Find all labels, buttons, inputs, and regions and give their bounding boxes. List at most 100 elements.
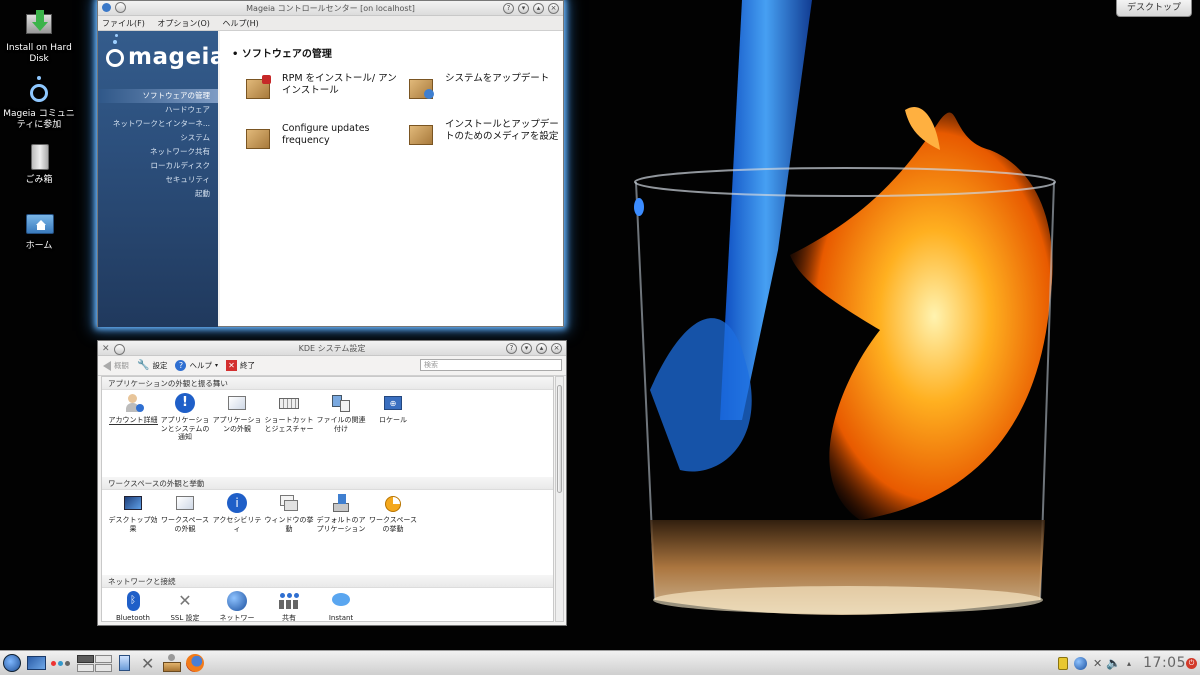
category-network: ネットワークと接続 ᛒ Bluetooth ✕ SSL 設定 ネットワー 共有 … <box>102 575 553 621</box>
tray-network[interactable] <box>1074 654 1088 673</box>
task-file-manager[interactable] <box>119 654 133 673</box>
menu-options[interactable]: オプション(O) <box>157 19 210 28</box>
tools-cross-icon: ✕ <box>178 591 192 610</box>
settings-item-network[interactable]: ネットワー <box>212 591 262 621</box>
settings-item-notifications[interactable]: ! アプリケーションとシステムの通知 <box>160 393 210 442</box>
search-input[interactable]: 検索 <box>420 359 562 371</box>
sidebar-item-local-disks[interactable]: ローカルディスク <box>98 159 218 173</box>
help-title-icon[interactable]: ? <box>503 3 514 14</box>
trash-icon <box>22 142 56 172</box>
desktop-icon-install[interactable]: Install on Hard Disk <box>1 10 77 65</box>
minimize-icon[interactable]: ▾ <box>521 343 532 354</box>
settings-item-account[interactable]: アカウント詳細 <box>108 393 158 425</box>
maximize-icon[interactable]: ▴ <box>533 3 544 14</box>
close-icon[interactable]: × <box>551 343 562 354</box>
tray-klipper[interactable] <box>1058 654 1070 673</box>
settings-item-ssl[interactable]: ✕ SSL 設定 <box>160 591 210 621</box>
sidebar-item-network-sharing[interactable]: ネットワーク共有 <box>98 145 218 159</box>
desktop-icon-label: Mageia コミュニティに参加 <box>3 109 75 130</box>
menu-file[interactable]: ファイル(F) <box>102 19 145 28</box>
vertical-scrollbar[interactable] <box>555 376 564 622</box>
desktop-icon-label: ごみ箱 <box>25 175 53 185</box>
settings-item-accessibility[interactable]: i アクセシビリティ <box>212 493 262 533</box>
settings-item-window-behavior[interactable]: ウィンドウの挙動 <box>264 493 314 533</box>
tray-volume[interactable]: 🔈 <box>1106 654 1122 673</box>
sharing-people-icon <box>279 591 299 611</box>
virtual-desktop-pager[interactable] <box>77 654 115 673</box>
info-exclamation-icon: ! <box>175 393 195 413</box>
kde-system-settings-window: ✕ KDE システム設定 ? ▾ ▴ × 概観 🔧 設定 ? ヘルプ ▾ ✕ 終… <box>97 340 567 626</box>
tile-label: システムをアップデート <box>445 73 550 84</box>
application-launcher-button[interactable] <box>3 654 22 673</box>
close-icon[interactable]: × <box>548 3 559 14</box>
mageia-logo-icon <box>106 49 124 67</box>
scrollbar-thumb[interactable] <box>557 385 562 493</box>
desktop-icon-home[interactable]: ホーム <box>1 208 77 252</box>
mageia-launcher-icon <box>3 654 21 672</box>
pin-icon[interactable] <box>115 2 126 13</box>
help-title-icon[interactable]: ? <box>506 343 517 354</box>
back-button[interactable]: 概観 <box>103 360 129 371</box>
help-button[interactable]: ? ヘルプ ▾ <box>175 360 218 371</box>
pager-desktop-2[interactable] <box>95 655 112 663</box>
pager-desktop-1[interactable] <box>77 655 94 663</box>
settings-item-bluetooth[interactable]: ᛒ Bluetooth <box>108 591 158 621</box>
settings-item-app-appearance[interactable]: アプリケーションの外観 <box>212 393 262 433</box>
category-app-appearance: アプリケーションの外観と振る舞い アカウント詳細 ! アプリケーションとシステム… <box>102 377 553 477</box>
tile-media-sources[interactable]: インストールとアップデートのためのメディアを設定 <box>407 119 567 147</box>
sidebar-item-hardware[interactable]: ハードウェア <box>98 103 218 117</box>
sidebar-item-network[interactable]: ネットワークとインターネ... <box>98 117 218 131</box>
menu-help[interactable]: ヘルプ(H) <box>222 19 258 28</box>
pager-desktop-4[interactable] <box>95 664 112 672</box>
appearance-icon <box>227 393 247 413</box>
file-association-icon <box>331 393 351 413</box>
settings-item-workspace-appearance[interactable]: ワークスペースの外観 <box>160 493 210 533</box>
mcc-titlebar[interactable]: Mageia コントロールセンター [on localhost] ? ▾ ▴ × <box>98 1 563 16</box>
tile-update-frequency[interactable]: Configure updates frequency <box>244 123 404 151</box>
desktop-toolbox-button[interactable]: デスクトップ <box>1116 0 1192 17</box>
sidebar-item-security[interactable]: セキュリティ <box>98 173 218 187</box>
category-title: アプリケーションの外観と振る舞い <box>102 377 553 390</box>
kde-titlebar[interactable]: ✕ KDE システム設定 ? ▾ ▴ × <box>98 341 566 356</box>
tile-rpm-install[interactable]: RPM をインストール/ アンインストール <box>244 73 404 101</box>
show-desktop-button[interactable] <box>27 654 47 673</box>
task-system-settings[interactable]: ✕ <box>141 654 161 673</box>
chevron-down-icon: ▾ <box>214 362 218 369</box>
quit-button[interactable]: ✕ 終了 <box>225 360 255 371</box>
settings-item-locale[interactable]: ⊕ ロケール <box>368 393 418 425</box>
settings-item-shortcuts[interactable]: ショートカットとジェスチャー <box>264 393 314 433</box>
settings-item-file-associations[interactable]: ファイルの関連付け <box>316 393 366 433</box>
window-menu-icon[interactable] <box>102 3 111 12</box>
tile-system-update[interactable]: システムをアップデート <box>407 73 567 101</box>
task-control-center[interactable] <box>162 654 182 673</box>
maximize-icon[interactable]: ▴ <box>536 343 547 354</box>
sidebar-item-software[interactable]: ソフトウェアの管理 <box>98 89 218 103</box>
document-icon <box>119 655 130 671</box>
un-flag-icon: ⊕ <box>383 393 403 413</box>
wrench-icon: 🔧 <box>137 360 150 371</box>
configure-button[interactable]: 🔧 設定 <box>137 360 167 371</box>
settings-item-desktop-effects[interactable]: デスクトップ効果 <box>108 493 158 533</box>
mageia-logo-text: mageia <box>128 44 226 70</box>
settings-item-default-apps[interactable]: デフォルトのアプリケーション <box>316 493 366 533</box>
tools-icon[interactable]: ✕ <box>102 342 110 357</box>
activity-button[interactable] <box>51 654 73 673</box>
settings-item-instant-messaging[interactable]: Instant <box>316 591 366 621</box>
leave-button[interactable]: ⏻ <box>1186 654 1198 673</box>
settings-item-sharing[interactable]: 共有 <box>264 591 314 621</box>
desktop-icon-trash[interactable]: ごみ箱 <box>1 142 77 186</box>
tray-bluetooth[interactable]: ✕ <box>1093 654 1103 673</box>
tray-expand-button[interactable]: ▴ <box>1127 654 1135 673</box>
pin-icon[interactable] <box>113 344 125 355</box>
sidebar-item-system[interactable]: システム <box>98 131 218 145</box>
tools-cross-icon: ✕ <box>1093 657 1103 670</box>
task-firefox[interactable] <box>186 654 206 673</box>
firefox-icon <box>186 654 204 672</box>
settings-item-workspace-behavior[interactable]: ワークスペースの挙動 <box>368 493 418 533</box>
minimize-icon[interactable]: ▾ <box>518 3 529 14</box>
sidebar-item-boot[interactable]: 起動 <box>98 187 218 201</box>
clock[interactable]: 17:05 <box>1143 655 1186 671</box>
desktop-icon <box>27 656 46 670</box>
desktop-icon-community[interactable]: Mageia コミュニティに参加 <box>1 76 77 131</box>
pager-desktop-3[interactable] <box>77 664 94 672</box>
